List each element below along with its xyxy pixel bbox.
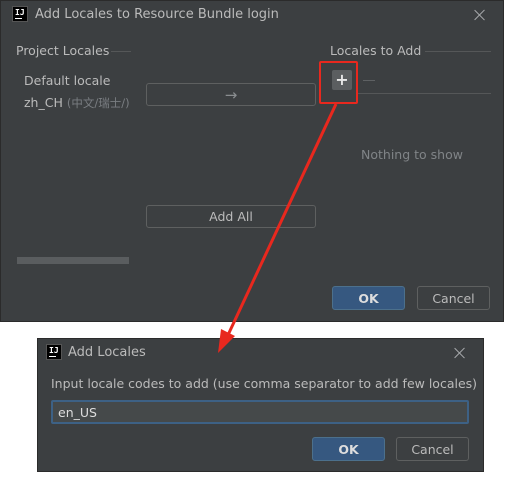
- project-locales-heading: Project Locales: [16, 43, 110, 58]
- close-icon[interactable]: [452, 345, 468, 361]
- locale-codes-input[interactable]: [51, 400, 469, 424]
- add-locales-to-bundle-dialog: IJ Add Locales to Resource Bundle login …: [0, 0, 504, 322]
- remove-locale-minus-button[interactable]: [363, 80, 375, 81]
- annotation-highlight-box: [319, 61, 358, 104]
- list-item-default-locale[interactable]: Default locale: [24, 73, 110, 88]
- list-item-zh-ch[interactable]: zh_CH (中文/瑞士/): [24, 95, 130, 111]
- title-bar: IJ Add Locales to Resource Bundle login: [1, 1, 503, 31]
- arrow-right-icon: →: [224, 85, 238, 104]
- dialog-title: Add Locales to Resource Bundle login: [35, 7, 279, 22]
- move-right-button[interactable]: →: [146, 83, 316, 106]
- horizontal-scrollbar[interactable]: [17, 257, 129, 264]
- empty-list-text: Nothing to show: [361, 147, 463, 162]
- ok-button[interactable]: OK: [332, 286, 405, 310]
- section-separator: [425, 51, 491, 52]
- locale-detail: (中文/瑞士/): [66, 96, 130, 110]
- input-prompt-label: Input locale codes to add (use comma sep…: [51, 376, 478, 391]
- dialog-title: Add Locales: [68, 345, 146, 360]
- locales-to-add-heading: Locales to Add: [330, 43, 422, 58]
- toolbar-separator: [357, 93, 491, 94]
- section-separator: [111, 51, 131, 52]
- locale-label: zh_CH: [24, 95, 63, 110]
- add-locales-dialog: IJ Add Locales Input locale codes to add…: [37, 338, 484, 472]
- cancel-button[interactable]: Cancel: [417, 286, 490, 310]
- cancel-button[interactable]: Cancel: [396, 437, 469, 461]
- locale-label: Default locale: [24, 73, 111, 88]
- intellij-app-icon: IJ: [12, 6, 28, 22]
- add-all-button[interactable]: Add All: [146, 205, 316, 228]
- close-icon[interactable]: [472, 7, 488, 23]
- intellij-app-icon: IJ: [46, 344, 62, 360]
- ok-button[interactable]: OK: [312, 437, 385, 461]
